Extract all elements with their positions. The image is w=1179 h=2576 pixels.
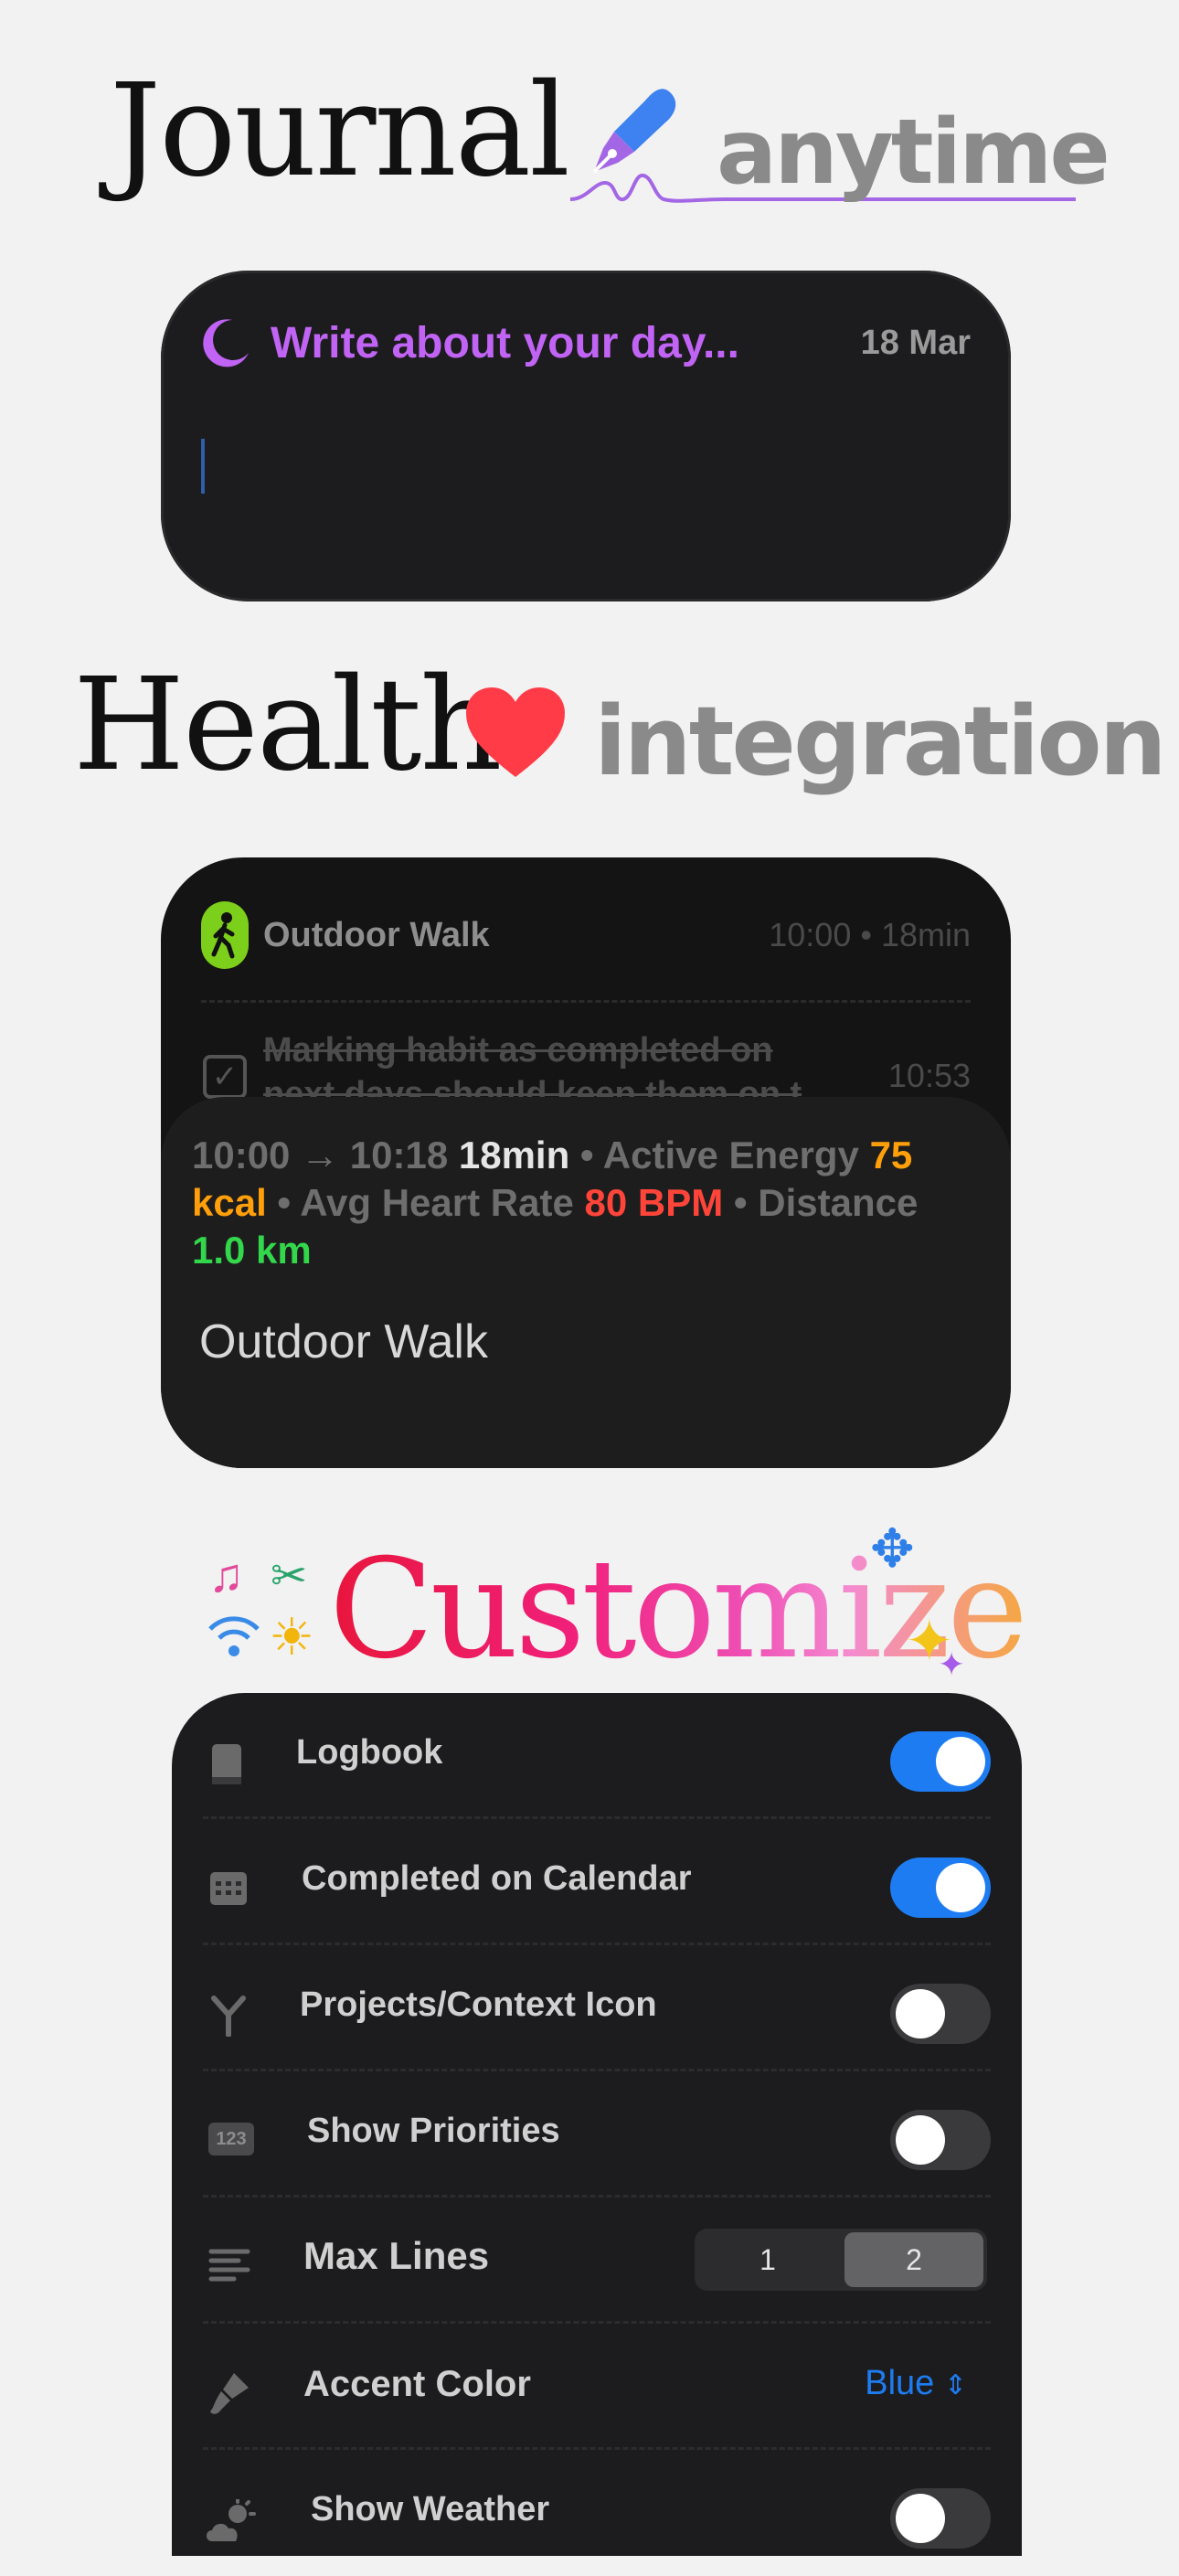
journal-prompt[interactable]: Write about your day...	[271, 318, 739, 368]
chevron-up-down-icon: ⇕	[943, 2370, 967, 2400]
heart-icon	[466, 687, 565, 777]
priorities-toggle[interactable]	[890, 2110, 991, 2170]
wifi-icon	[208, 1616, 260, 1656]
weather-toggle[interactable]	[890, 2488, 991, 2549]
paintbrush-icon	[210, 2373, 249, 2414]
logbook-toggle[interactable]	[890, 1731, 991, 1792]
bullet: •	[579, 1134, 594, 1176]
toggle-knob	[936, 1737, 985, 1786]
setting-label: Projects/Context Icon	[300, 1985, 657, 2024]
setting-label: Show Priorities	[307, 2112, 560, 2150]
setting-row-accent-color[interactable]: Accent Color Blue ⇕	[172, 2324, 1022, 2450]
book-icon	[212, 1744, 241, 1784]
setting-row-logbook[interactable]: Logbook	[172, 1693, 1022, 1819]
setting-row-show-priorities[interactable]: 123 Show Priorities	[172, 2071, 1022, 2198]
setting-label: Logbook	[296, 1733, 443, 1772]
walk-badge	[201, 901, 249, 969]
journal-subheading: anytime	[717, 101, 1110, 205]
workout-detail-sheet[interactable]: 10:00 → 10:18 18min • Active Energy 75 k…	[161, 1097, 1011, 1468]
energy-label: Active Energy	[602, 1134, 859, 1176]
setting-row-show-weather[interactable]: Show Weather	[172, 2450, 1022, 2576]
health-widget[interactable]: Outdoor Walk 10:00 • 18min ✓ Marking hab…	[161, 857, 1011, 1468]
calendar-icon	[210, 1872, 247, 1905]
workout-metrics: 10:00 → 10:18 18min • Active Energy 75 k…	[192, 1132, 978, 1274]
workout-time: 10:00 • 18min	[769, 916, 971, 953]
heart-rate-value: 80 BPM	[584, 1181, 724, 1224]
toggle-knob	[896, 2115, 945, 2165]
heart-rate-label: Avg Heart Rate	[300, 1181, 574, 1224]
setting-label: Accent Color	[303, 2364, 531, 2404]
sun-icon: ☀	[269, 1608, 315, 1666]
accent-color-value: Blue	[865, 2364, 935, 2402]
distance-label: Distance	[758, 1181, 919, 1224]
toggle-knob	[896, 2494, 945, 2543]
walking-person-icon	[211, 912, 235, 959]
setting-row-projects-context-icon[interactable]: Projects/Context Icon	[172, 1945, 1022, 2071]
max-lines-segmented-control[interactable]: 1 2	[695, 2229, 987, 2291]
task-text: Marking habit as completed on	[263, 1031, 773, 1070]
workout-title: Outdoor Walk	[263, 916, 490, 954]
lines-icon	[208, 2249, 250, 2282]
checkbox-icon[interactable]: ✓	[203, 1055, 247, 1099]
setting-row-max-lines[interactable]: Max Lines 1 2	[172, 2198, 1022, 2324]
projects-icon-toggle[interactable]	[890, 1984, 991, 2044]
fork-icon	[211, 1996, 246, 2037]
bullet: •	[277, 1181, 292, 1224]
settings-panel: Logbook Completed on Calendar Projects/C…	[172, 1693, 1022, 2556]
health-subheading: integration	[594, 686, 1167, 797]
scissors-icon: ✂	[271, 1552, 308, 1601]
journal-widget[interactable]: Write about your day... 18 Mar	[161, 271, 1011, 601]
music-note-icon: ♫	[208, 1549, 244, 1602]
setting-label: Show Weather	[311, 2490, 550, 2528]
setting-label: Max Lines	[303, 2234, 490, 2277]
energy-unit: kcal	[192, 1181, 267, 1224]
energy-value: 75	[869, 1134, 913, 1176]
accent-color-select[interactable]: Blue ⇕	[865, 2364, 967, 2403]
moon-icon	[203, 319, 249, 367]
health-heading: Health	[73, 651, 503, 800]
move-arrows-icon: ✥	[870, 1519, 915, 1579]
segment-1[interactable]: 1	[698, 2232, 837, 2287]
distance-value: 1.0 km	[192, 1229, 312, 1272]
detail-title[interactable]: Outdoor Walk	[199, 1315, 488, 1369]
divider	[201, 1000, 971, 1003]
small-sparkle-icon: ✦	[938, 1645, 966, 1683]
numbers-icon: 123	[208, 2123, 254, 2156]
weather-icon	[207, 2499, 256, 2541]
setting-row-completed-on-calendar[interactable]: Completed on Calendar	[172, 1819, 1022, 1945]
task-time: 10:53	[887, 1057, 971, 1094]
journal-date: 18 Mar	[860, 324, 971, 362]
text-cursor	[201, 439, 205, 494]
toggle-knob	[936, 1863, 985, 1912]
bullet: •	[733, 1181, 748, 1224]
duration-value: 18min	[458, 1134, 570, 1176]
setting-label: Completed on Calendar	[302, 1859, 692, 1898]
journal-heading: Journal	[110, 57, 570, 206]
time-range: 10:00 → 10:18	[192, 1134, 449, 1176]
completed-calendar-toggle[interactable]	[890, 1857, 991, 1918]
toggle-knob	[896, 1989, 945, 2038]
segment-2[interactable]: 2	[844, 2232, 983, 2287]
